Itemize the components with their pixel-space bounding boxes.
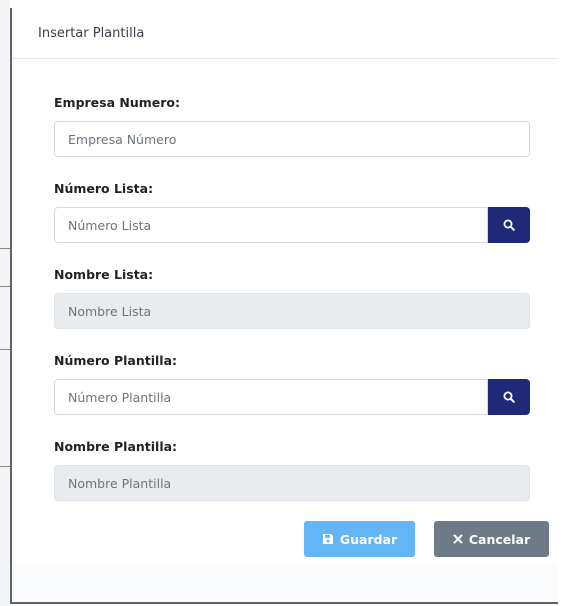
background-divider xyxy=(0,286,10,287)
save-button-label: Guardar xyxy=(339,531,398,547)
empresa-numero-input[interactable] xyxy=(54,121,530,157)
modal-title: Insertar Plantilla xyxy=(38,25,145,41)
floppy-disk-icon xyxy=(322,533,334,545)
modal-footer xyxy=(12,564,558,602)
background-page xyxy=(0,0,10,606)
nombre-lista-input xyxy=(54,293,530,329)
save-button[interactable]: Guardar xyxy=(304,521,415,557)
nombre-lista-label: Nombre Lista: xyxy=(54,267,154,282)
insert-template-modal: Insertar Plantilla Empresa Numero: Númer… xyxy=(10,8,558,604)
search-icon xyxy=(503,391,515,403)
times-icon xyxy=(453,534,463,544)
numero-plantilla-search-button[interactable] xyxy=(488,379,530,415)
background-divider xyxy=(0,248,10,249)
search-icon xyxy=(503,219,515,231)
numero-lista-search-button[interactable] xyxy=(488,207,530,243)
cancel-button[interactable]: Cancelar xyxy=(434,521,549,557)
modal-header: Insertar Plantilla xyxy=(12,8,558,59)
numero-plantilla-input[interactable] xyxy=(54,379,488,415)
background-divider xyxy=(0,349,10,350)
numero-lista-label: Número Lista: xyxy=(54,181,154,196)
numero-lista-input[interactable] xyxy=(54,207,488,243)
background-divider xyxy=(0,466,10,467)
numero-plantilla-label: Número Plantilla: xyxy=(54,353,178,368)
nombre-plantilla-label: Nombre Plantilla: xyxy=(54,439,178,454)
nombre-plantilla-input xyxy=(54,465,530,501)
empresa-numero-label: Empresa Numero: xyxy=(54,95,180,110)
cancel-button-label: Cancelar xyxy=(468,531,531,547)
